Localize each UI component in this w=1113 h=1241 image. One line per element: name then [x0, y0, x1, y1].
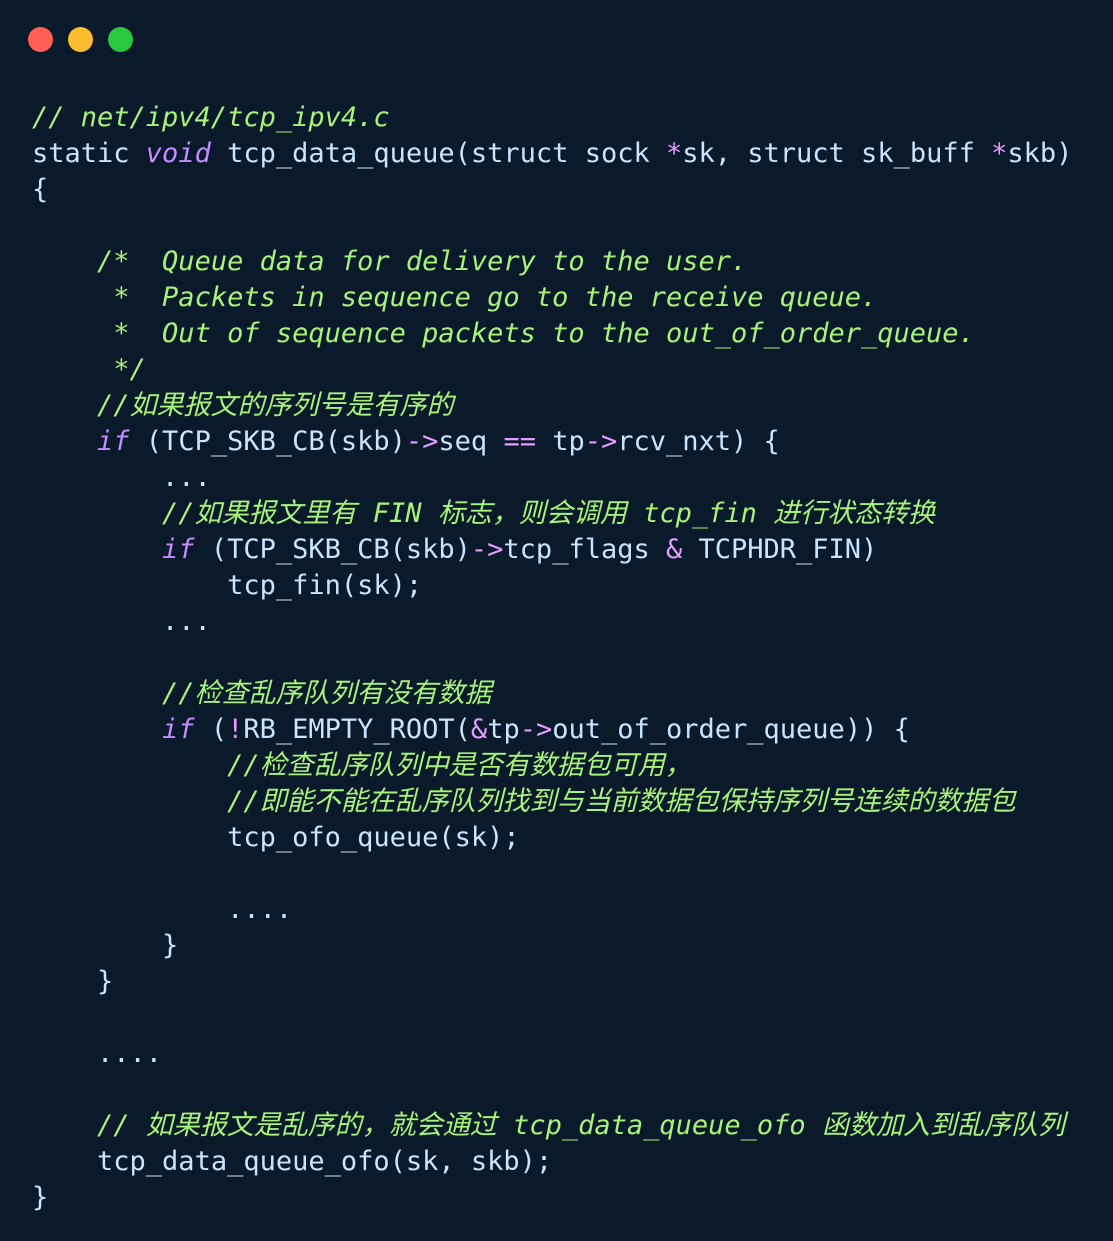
code-comment: // 如果报文是乱序的，就会通过 tcp_data_queue_ofo 函数加入…	[97, 1110, 1065, 1141]
code-token: &	[665, 534, 683, 565]
code-line: * Packets in sequence go to the receive …	[32, 280, 1072, 316]
code-token: out_of_order_queue)) {	[552, 714, 910, 745]
code-token: ...	[162, 462, 211, 493]
code-line: // net/ipv4/tcp_ipv4.c	[32, 100, 1072, 136]
code-token: skb)	[1007, 138, 1073, 169]
code-line: /* Queue data for delivery to the user.	[32, 244, 1072, 280]
code-token: *	[991, 138, 1008, 169]
code-token: tcp_flags	[503, 534, 666, 565]
code-token: if	[162, 534, 195, 565]
code-token: ->	[405, 426, 439, 457]
code-line: * Out of sequence packets to the out_of_…	[32, 316, 1072, 352]
code-token: (TCP_SKB_CB(skb)	[194, 534, 471, 565]
code-line: //即能不能在乱序队列找到与当前数据包保持序列号连续的数据包	[32, 784, 1072, 820]
code-line: tcp_ofo_queue(sk);	[32, 820, 1072, 856]
code-token: (TCP_SKB_CB(skb)	[129, 426, 406, 457]
code-comment: * Out of sequence packets to the out_of_…	[97, 318, 975, 349]
code-token: tcp_ofo_queue(sk);	[227, 822, 520, 853]
code-window: // net/ipv4/tcp_ipv4.c static void tcp_da…	[0, 0, 1113, 1241]
code-line: if (TCP_SKB_CB(skb)->tcp_flags & TCPHDR_…	[32, 532, 1072, 568]
code-line: tcp_fin(sk);	[32, 568, 1072, 604]
code-token: tcp_fin(sk);	[227, 570, 423, 601]
maximize-button[interactable]	[108, 27, 133, 52]
code-comment: // net/ipv4/tcp_ipv4.c	[32, 102, 390, 133]
code-token: (	[194, 714, 228, 745]
code-line: ...	[32, 604, 1072, 640]
code-token: static	[32, 138, 146, 169]
code-comment: //如果报文的序列号是有序的	[97, 390, 454, 421]
code-line: */	[32, 352, 1072, 388]
code-line: //如果报文的序列号是有序的	[32, 388, 1072, 424]
code-line: ....	[32, 892, 1072, 928]
code-comment: //如果报文里有 FIN 标志，则会调用 tcp_fin 进行状态转换	[162, 498, 936, 529]
code-token: {	[32, 174, 49, 205]
code-line: //检查乱序队列有没有数据	[32, 676, 1072, 712]
code-token: ->	[519, 714, 553, 745]
code-token: tcp_data_queue_ofo(sk, skb);	[97, 1146, 553, 1177]
code-token: sk, struct sk_buff	[682, 138, 992, 169]
code-token: *	[665, 138, 683, 169]
code-comment: */	[97, 354, 146, 385]
code-comment: //检查乱序队列中是否有数据包可用，	[227, 750, 692, 781]
code-line: }	[32, 928, 1072, 964]
code-token: !	[227, 714, 244, 745]
code-line: }	[32, 964, 1072, 1000]
code-line: ....	[32, 1036, 1072, 1072]
code-token: ==	[503, 426, 536, 457]
code-token: }	[162, 930, 179, 961]
code-token: tp	[535, 426, 585, 457]
code-line: static void tcp_data_queue(struct sock *…	[32, 136, 1072, 172]
code-token: if	[97, 426, 130, 457]
code-comment: //即能不能在乱序队列找到与当前数据包保持序列号连续的数据包	[227, 786, 1016, 817]
code-token: ....	[227, 894, 293, 925]
code-line: tcp_data_queue_ofo(sk, skb);	[32, 1144, 1072, 1180]
code-token: TCPHDR_FIN)	[682, 534, 878, 565]
minimize-button[interactable]	[68, 27, 93, 52]
code-line: }	[32, 1180, 1072, 1216]
close-button[interactable]	[28, 27, 53, 52]
code-line: {	[32, 172, 1072, 208]
code-token: ->	[584, 426, 618, 457]
code-token: tcp_data_queue(struct sock	[210, 138, 666, 169]
code-token: void	[145, 138, 211, 169]
code-line: // 如果报文是乱序的，就会通过 tcp_data_queue_ofo 函数加入…	[32, 1108, 1072, 1144]
code-token: tp	[487, 714, 520, 745]
window-controls	[28, 27, 133, 52]
code-block: // net/ipv4/tcp_ipv4.c static void tcp_da…	[32, 100, 1072, 1216]
code-token: RB_EMPTY_ROOT(	[243, 714, 471, 745]
code-token: rcv_nxt) {	[617, 426, 780, 457]
code-token: ...	[162, 606, 211, 637]
code-comment: //检查乱序队列有没有数据	[162, 678, 492, 709]
code-token: if	[162, 714, 195, 745]
code-line: //如果报文里有 FIN 标志，则会调用 tcp_fin 进行状态转换	[32, 496, 1072, 532]
code-token: ....	[97, 1038, 163, 1069]
code-token: }	[32, 1182, 49, 1213]
code-comment: /* Queue data for delivery to the user.	[97, 246, 748, 277]
code-token: &	[470, 714, 488, 745]
code-token: ->	[470, 534, 504, 565]
code-line: ...	[32, 460, 1072, 496]
code-token: }	[97, 966, 114, 997]
code-line: //检查乱序队列中是否有数据包可用，	[32, 748, 1072, 784]
code-line: if (!RB_EMPTY_ROOT(&tp->out_of_order_que…	[32, 712, 1072, 748]
code-token: seq	[438, 426, 504, 457]
code-comment: * Packets in sequence go to the receive …	[97, 282, 878, 313]
code-line: if (TCP_SKB_CB(skb)->seq == tp->rcv_nxt)…	[32, 424, 1072, 460]
